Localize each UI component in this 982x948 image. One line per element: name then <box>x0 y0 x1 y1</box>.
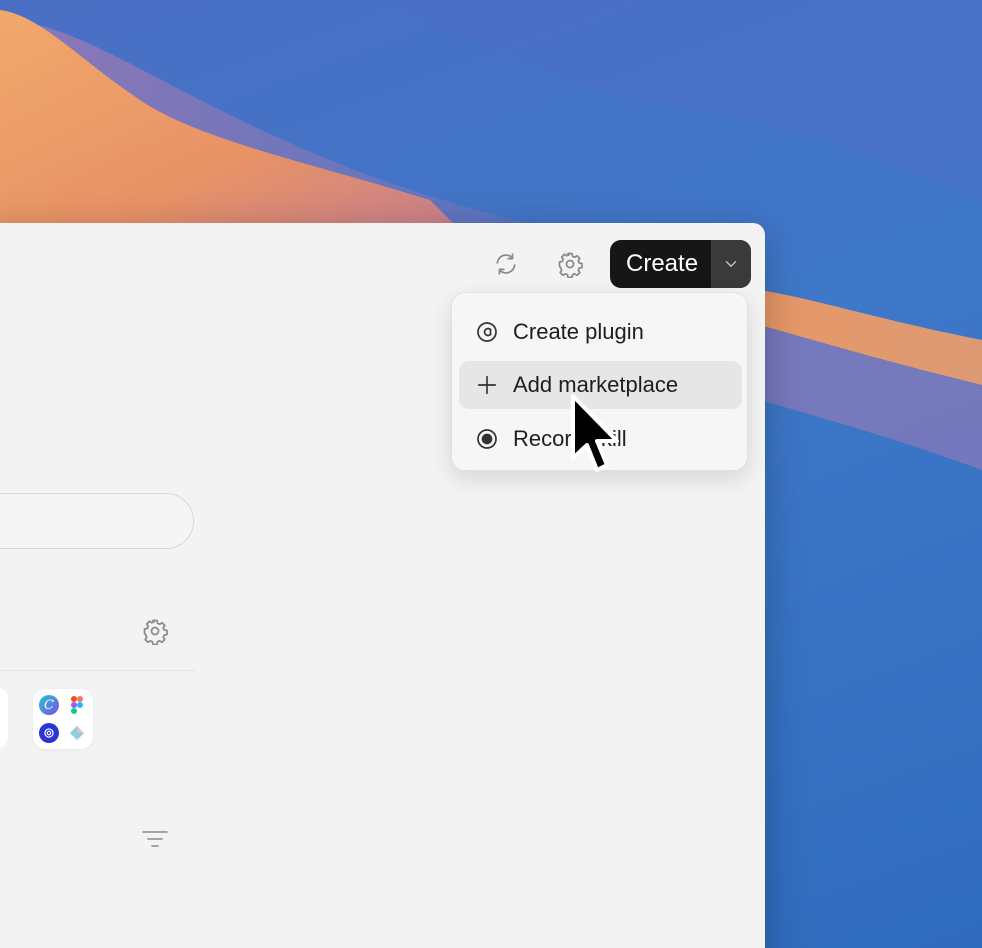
gem-icon <box>67 723 87 743</box>
plugin-icon <box>473 318 501 346</box>
create-split-button: Create <box>610 240 751 288</box>
connected-apps-cluster[interactable]: C <box>33 689 93 749</box>
menu-item-label: Create plugin <box>513 319 644 344</box>
create-dropdown-toggle[interactable] <box>711 240 751 288</box>
plus-icon <box>473 371 501 399</box>
filter-button[interactable] <box>140 824 170 854</box>
search-input[interactable] <box>0 493 194 549</box>
create-dropdown-menu: Create plugin Add marketplace Record ski… <box>451 292 748 471</box>
record-icon <box>473 425 501 453</box>
figma-icon <box>67 695 87 715</box>
menu-item-add-marketplace[interactable]: Add marketplace <box>459 361 742 409</box>
create-button[interactable]: Create <box>610 240 711 288</box>
openai-knot-icon <box>44 728 54 738</box>
menu-item-create-plugin[interactable]: Create plugin <box>459 308 742 356</box>
figma-logo <box>71 696 83 714</box>
menu-item-label: Add marketplace <box>513 372 679 397</box>
canva-icon: C <box>39 695 59 715</box>
menu-item-record-skill[interactable]: Record skill <box>459 415 742 463</box>
gear-icon <box>558 252 583 278</box>
section-divider <box>0 670 195 671</box>
filter-icon <box>142 831 168 847</box>
sidebar-settings-button[interactable] <box>140 616 170 646</box>
gear-icon <box>143 619 168 645</box>
gem-shape <box>70 726 84 740</box>
settings-button[interactable] <box>555 249 585 279</box>
refresh-icon <box>496 253 516 275</box>
app-card[interactable] <box>0 688 8 748</box>
openai-icon <box>39 723 59 743</box>
menu-item-label: Record skill <box>513 426 627 451</box>
refresh-button[interactable] <box>491 249 521 279</box>
chevron-down-icon <box>725 261 737 267</box>
canva-letter: C <box>44 697 54 713</box>
